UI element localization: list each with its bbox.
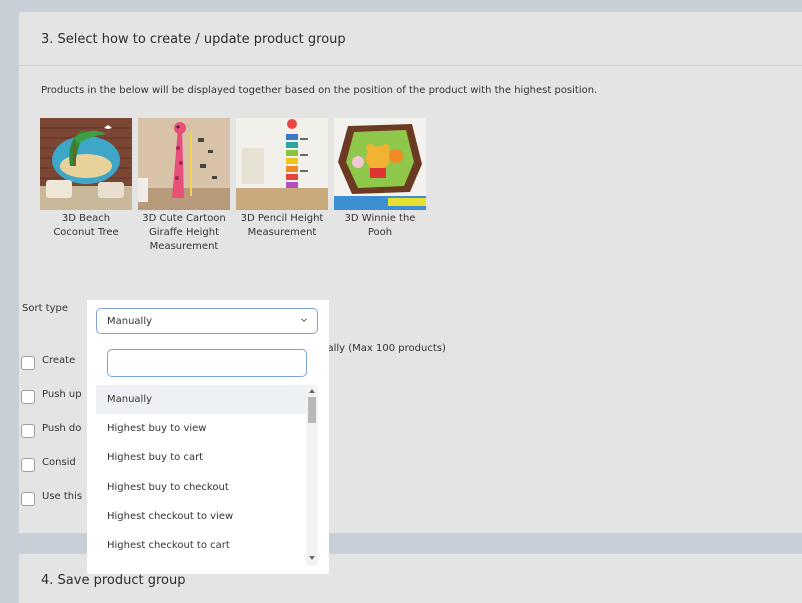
option-checkbox[interactable] [21,492,35,506]
option-create-label-tail: cally (Max 100 products) [322,343,446,354]
sort-type-label: Sort type [22,303,69,314]
dropdown-search-input[interactable] [107,349,307,377]
dropdown-scrollbar[interactable] [306,385,318,565]
scrollbar-thumb[interactable] [308,397,316,423]
dropdown-option[interactable]: Highest buy to cart [96,443,306,472]
section-divider [19,65,802,66]
product-card[interactable]: 3D Winnie the Pooh [334,118,426,240]
option-label: Push up [42,389,82,400]
page: 3. Select how to create / update product… [0,0,802,603]
dropdown-option[interactable]: Highest checkout to view [96,502,306,531]
product-image-pencil-height-measurement [236,118,328,210]
section-4-title: 4. Save product group [41,573,186,588]
product-image-giraffe-height-measurement [138,118,230,210]
dropdown-option[interactable]: Highest buy to checkout [96,473,306,502]
product-name: 3D Winnie the Pooh [344,213,416,238]
option-checkbox[interactable] [21,424,35,438]
product-image-winnie-the-pooh [334,118,426,210]
option-checkbox[interactable] [21,458,35,472]
section-3-title: 3. Select how to create / update product… [41,32,346,47]
product-name: 3D Pencil Height Measurement [240,213,324,238]
scroll-up-arrow-icon[interactable] [309,389,315,393]
option-label: Consid [42,457,76,468]
sort-type-options-list: Manually Highest buy to view Highest buy… [96,385,318,565]
option-label: Create [42,355,76,366]
scroll-down-arrow-icon[interactable] [309,556,315,560]
option-checkbox[interactable] [21,390,35,404]
section-3-description: Products in the below will be displayed … [41,85,598,96]
product-name: 3D Cute Cartoon Giraffe Height Measureme… [142,213,226,252]
product-card[interactable]: 3D Pencil Height Measurement [236,118,328,240]
option-label: Push do [42,423,82,434]
dropdown-option[interactable]: Highest buy to view [96,414,306,443]
product-name: 3D Beach Coconut Tree [53,213,119,238]
product-card[interactable]: 3D Beach Coconut Tree [40,118,132,240]
chevron-down-icon [301,318,307,322]
option-checkbox[interactable] [21,356,35,370]
sort-type-selected-value: Manually [107,316,153,327]
dropdown-option-manually[interactable]: Manually [96,385,306,414]
option-label: Use this [42,491,83,502]
product-card[interactable]: 3D Cute Cartoon Giraffe Height Measureme… [138,118,230,254]
dropdown-option[interactable]: Highest checkout to cart [96,531,306,560]
sort-type-select[interactable]: Manually [96,308,318,334]
product-image-beach-coconut-tree [40,118,132,210]
